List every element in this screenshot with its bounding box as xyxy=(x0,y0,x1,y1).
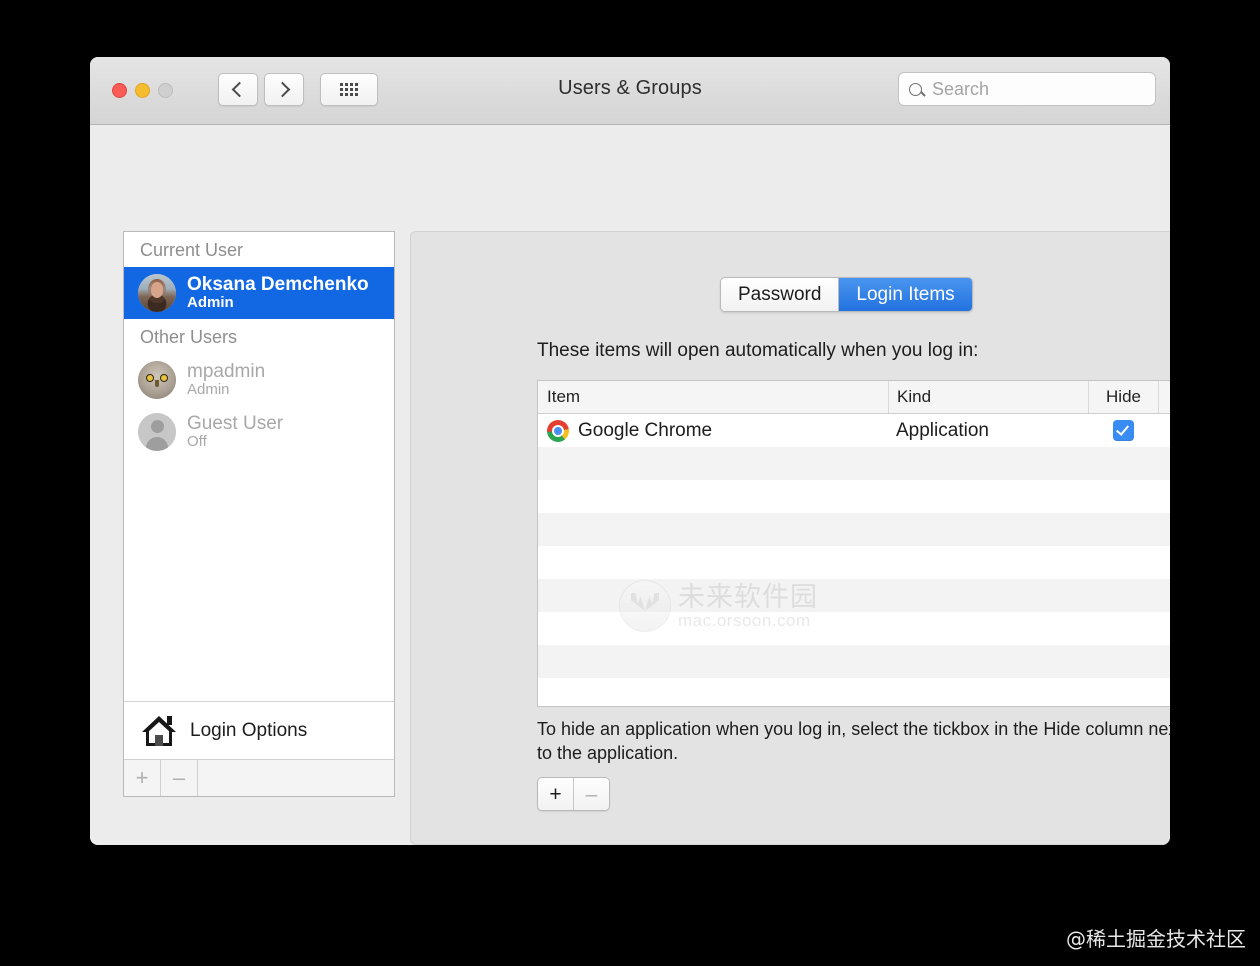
table-row-empty xyxy=(538,645,1170,678)
user-role: Admin xyxy=(187,294,234,312)
cell-kind: Application xyxy=(896,419,989,441)
group-header-current-user: Current User xyxy=(140,240,244,260)
login-items-description: These items will open automatically when… xyxy=(537,340,979,361)
table-row-empty xyxy=(538,612,1170,645)
column-header-kind[interactable]: Kind xyxy=(888,381,1088,413)
table-row-empty xyxy=(538,513,1170,546)
attribution-watermark: @稀土掘金技术社区 xyxy=(1066,927,1246,951)
user-name: mpadmin xyxy=(187,360,266,382)
table-row[interactable]: Google Chrome Application xyxy=(538,414,1170,447)
avatar xyxy=(138,413,176,451)
sidebar-item-oksana-demchenko[interactable]: Oksana Demchenko Admin xyxy=(124,267,394,319)
hide-checkbox[interactable] xyxy=(1112,420,1134,441)
chrome-icon xyxy=(547,419,569,442)
sidebar-footer-filler xyxy=(198,760,394,796)
cell-hide xyxy=(1088,420,1158,441)
table-row-empty xyxy=(538,579,1170,612)
hide-column-hint: To hide an application when you log in, … xyxy=(537,719,1170,763)
users-sidebar: Current User Oksana Demchenko Admin Othe… xyxy=(123,231,395,797)
user-name: Oksana Demchenko xyxy=(187,273,369,295)
table-row-empty xyxy=(538,480,1170,513)
tab-password[interactable]: Password xyxy=(721,278,839,311)
cell-item: Google Chrome xyxy=(538,419,888,442)
sidebar-item-login-options[interactable]: Login Options xyxy=(124,702,394,760)
column-header-spacer xyxy=(1158,381,1170,413)
sidebar-item-guest-user[interactable]: Guest User Off xyxy=(124,406,394,458)
window-toolbar: Users & Groups Search xyxy=(90,57,1170,125)
add-user-button[interactable]: + xyxy=(124,760,161,796)
login-options-label: Login Options xyxy=(190,719,308,741)
table-body: Google Chrome Application xyxy=(538,414,1170,706)
group-header-other-users: Other Users xyxy=(140,327,238,347)
column-header-hide[interactable]: Hide xyxy=(1088,381,1158,413)
search-placeholder: Search xyxy=(932,78,990,99)
avatar xyxy=(138,274,176,312)
search-field[interactable]: Search xyxy=(898,72,1156,106)
login-items-add-remove-group: + – xyxy=(537,777,610,811)
search-icon xyxy=(909,82,922,96)
user-role: Admin xyxy=(187,381,230,399)
window-body: Current User Oksana Demchenko Admin Othe… xyxy=(90,125,1170,845)
desktop-background: Users & Groups Search Current User Oksan… xyxy=(0,0,1260,966)
sidebar-footer: + – xyxy=(124,760,394,796)
avatar xyxy=(138,361,176,399)
column-header-item[interactable]: Item xyxy=(538,381,888,413)
login-items-table: Item Kind Hide Google Chrome Application xyxy=(537,380,1170,707)
table-row-empty xyxy=(538,678,1170,706)
remove-user-button[interactable]: – xyxy=(161,760,198,796)
users-and-groups-window: Users & Groups Search Current User Oksan… xyxy=(90,57,1170,845)
tab-login-items[interactable]: Login Items xyxy=(838,278,972,311)
table-row-empty xyxy=(538,546,1170,579)
table-row-empty xyxy=(538,447,1170,480)
user-name: Guest User xyxy=(187,412,284,434)
home-icon xyxy=(142,715,176,746)
table-header-row: Item Kind Hide xyxy=(538,381,1170,414)
panel-tab-bar: Password Login Items xyxy=(720,277,973,312)
add-login-item-button[interactable]: + xyxy=(538,778,573,810)
sidebar-item-mpadmin[interactable]: mpadmin Admin xyxy=(124,354,394,406)
item-label: Google Chrome xyxy=(578,419,713,441)
user-role: Off xyxy=(187,433,207,451)
users-list: Current User Oksana Demchenko Admin Othe… xyxy=(124,232,394,702)
remove-login-item-button[interactable]: – xyxy=(573,778,609,810)
